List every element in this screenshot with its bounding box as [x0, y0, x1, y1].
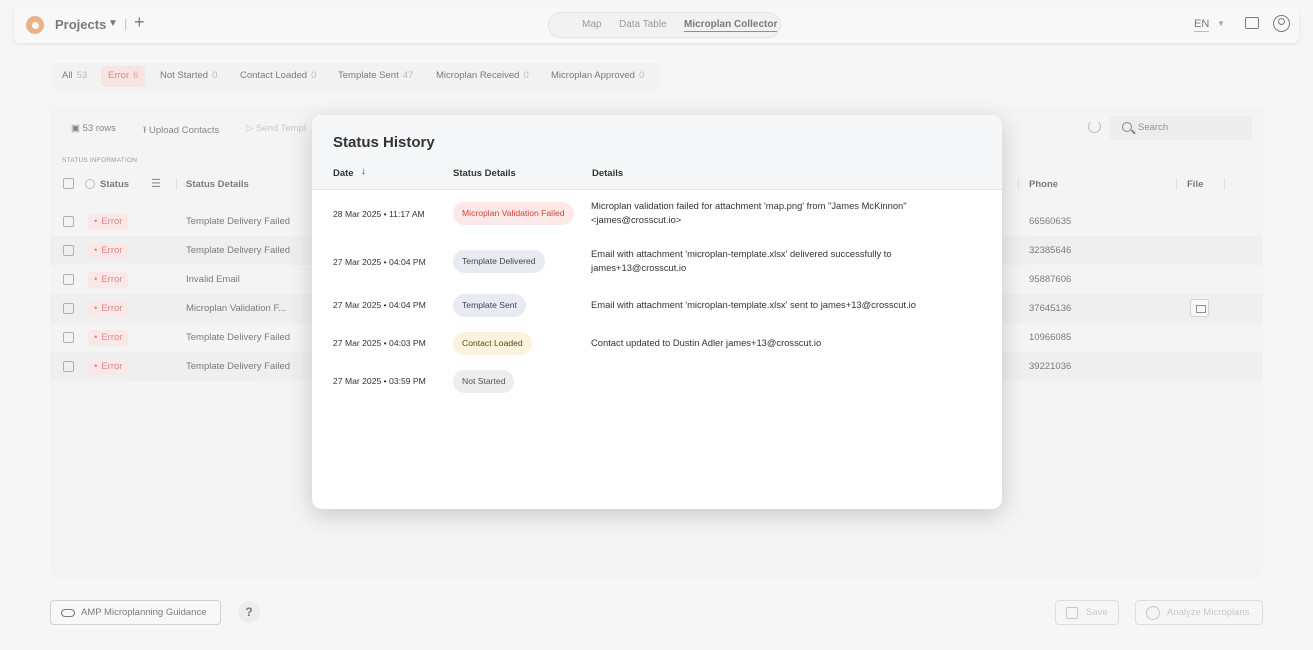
modal-title: Status History — [333, 134, 435, 151]
status-pill-failed: Microplan Validation Failed — [453, 202, 574, 225]
status-pill-contact-loaded: Contact Loaded — [453, 332, 532, 355]
status-pill-delivered: Template Delivered — [453, 250, 545, 273]
history-date: 27 Mar 2025 • 03:59 PM — [333, 376, 426, 386]
column-header-details: Details — [592, 168, 624, 179]
status-history-modal: Status History Date ↓ Status Details Det… — [312, 115, 1002, 509]
column-header-date[interactable]: Date — [333, 168, 354, 179]
history-date: 28 Mar 2025 • 11:17 AM — [333, 209, 425, 219]
history-date: 27 Mar 2025 • 04:04 PM — [333, 257, 426, 267]
status-pill-sent: Template Sent — [453, 294, 526, 317]
modal-header: Status History Date ↓ Status Details Det… — [312, 115, 1002, 190]
history-date: 27 Mar 2025 • 04:03 PM — [333, 338, 426, 348]
history-details: Email with attachment 'microplan-templat… — [591, 299, 916, 310]
column-header-status-details: Status Details — [453, 168, 516, 179]
history-details: Microplan validation failed for attachme… — [591, 200, 907, 225]
history-details: Contact updated to Dustin Adler james+13… — [591, 337, 822, 348]
status-pill-not-started: Not Started — [453, 370, 515, 393]
sort-down-icon[interactable]: ↓ — [361, 166, 366, 177]
history-details: Email with attachment 'microplan-templat… — [591, 248, 892, 273]
history-date: 27 Mar 2025 • 04:04 PM — [333, 300, 426, 310]
